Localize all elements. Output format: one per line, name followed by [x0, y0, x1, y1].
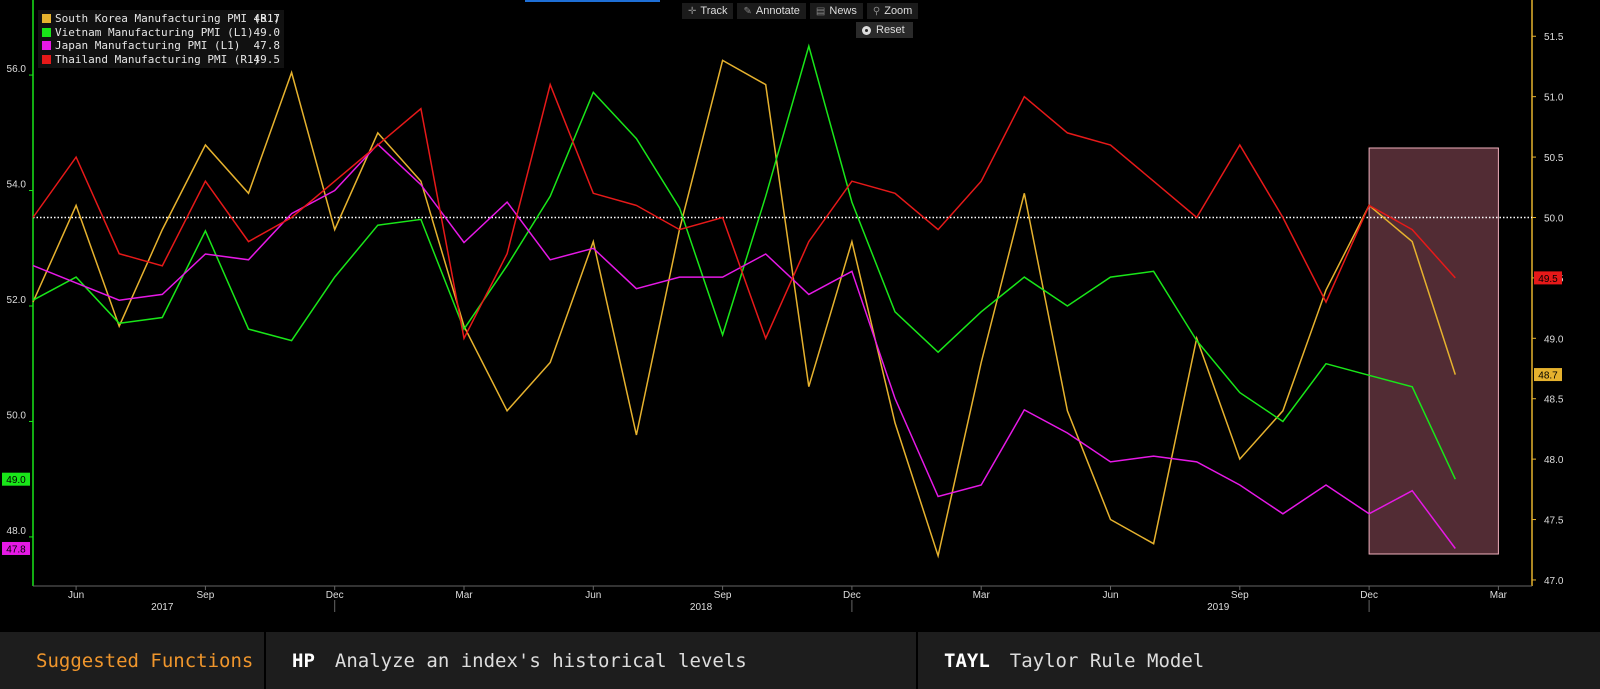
news-icon: ▤ [815, 5, 826, 17]
right-tick-label: 51.0 [1544, 93, 1564, 104]
track-button[interactable]: ✛ Track [682, 3, 734, 19]
right-tick-label: 50.0 [1544, 213, 1564, 224]
magnifier-icon: ⚲ [872, 5, 881, 17]
left-tick-label: 50.0 [7, 410, 27, 421]
function-code-tayl: TAYL [944, 649, 990, 672]
x-tick-label: Mar [455, 590, 473, 601]
series-line[interactable] [32, 59, 1457, 559]
reset-button[interactable]: Reset [856, 22, 913, 38]
chart-legend: South Korea Manufacturing PMI (R1) 48.7 Vi… [38, 10, 284, 68]
legend-item[interactable]: South Korea Manufacturing PMI (R1) 48.7 [42, 12, 280, 26]
reset-label: Reset [876, 24, 905, 36]
last-value-label: 49.5 [1538, 274, 1558, 285]
x-tick-label: Mar [1490, 590, 1508, 601]
x-tick-label: Jun [585, 590, 601, 601]
left-tick-label: 48.0 [7, 526, 27, 537]
highlight-region[interactable] [1368, 147, 1499, 555]
legend-value: 47.8 [253, 39, 281, 53]
function-desc-tayl: Taylor Rule Model [1009, 649, 1205, 672]
left-tick-label: 56.0 [7, 64, 27, 75]
right-tick-label: 47.0 [1544, 576, 1564, 587]
function-desc-hp: Analyze an index's historical levels [334, 649, 747, 672]
year-label: 2017 [151, 602, 174, 613]
year-label: 2019 [1207, 602, 1230, 613]
suggested-functions-bar: Suggested Functions HP Analyze an index'… [0, 632, 1600, 689]
zoom-button[interactable]: ⚲ Zoom [866, 3, 919, 19]
legend-swatch [42, 41, 51, 51]
year-label: 2018 [690, 602, 713, 613]
left-tick-label: 54.0 [7, 180, 27, 191]
annotate-button[interactable]: ✎ Annotate [737, 3, 806, 19]
chart-area[interactable]: 48.0 50.0 52.0 54.0 56.0 47.0 47.5 48.0 48.5 49.0… [0, 0, 1600, 628]
series-line[interactable] [32, 43, 1456, 480]
pencil-icon: ✎ [743, 5, 752, 17]
x-tick-label: Sep [714, 590, 732, 601]
legend-item[interactable]: Vietnam Manufacturing PMI (L1) 49.0 [42, 26, 280, 40]
series-line[interactable] [32, 143, 1456, 549]
right-tick-label: 49.0 [1544, 334, 1564, 345]
left-tick-label: 52.0 [7, 295, 27, 306]
right-tick-label: 50.5 [1544, 153, 1564, 164]
legend-label: Vietnam Manufacturing PMI (L1) [55, 25, 254, 39]
track-label: Track [700, 5, 728, 17]
legend-item[interactable]: Thailand Manufacturing PMI (R1) 49.5 [42, 53, 280, 67]
line-chart[interactable]: 48.0 50.0 52.0 54.0 56.0 47.0 47.5 48.0 48.5 49.0… [0, 0, 1600, 628]
legend-label: Japan Manufacturing PMI (L1) [55, 39, 241, 53]
legend-swatch [42, 27, 51, 37]
last-value-label: 48.7 [1538, 371, 1558, 382]
last-value-label: 47.8 [6, 544, 26, 555]
legend-swatch [42, 54, 51, 64]
crosshair-icon: ✛ [688, 5, 697, 17]
suggested-functions-title: Suggested Functions [36, 649, 254, 672]
legend-value: 49.5 [253, 52, 281, 66]
x-tick-label: Mar [973, 590, 991, 601]
last-value-label: 49.0 [6, 475, 26, 486]
legend-item[interactable]: Japan Manufacturing PMI (L1) 47.8 [42, 39, 280, 53]
x-tick-label: Dec [326, 590, 344, 601]
reset-icon [862, 25, 871, 35]
function-code-hp: HP [292, 649, 315, 672]
x-tick-label: Jun [1102, 590, 1118, 601]
right-tick-label: 48.5 [1544, 395, 1564, 406]
x-tick-label: Dec [1360, 590, 1378, 601]
x-tick-label: Dec [843, 590, 861, 601]
x-tick-label: Sep [1231, 590, 1249, 601]
function-hp[interactable]: HP Analyze an index's historical levels [266, 650, 916, 672]
legend-label: South Korea Manufacturing PMI (R1) [55, 12, 281, 26]
legend-value: 48.7 [253, 12, 281, 26]
annotate-label: Annotate [755, 5, 800, 17]
x-tick-label: Sep [197, 590, 215, 601]
legend-label: Thailand Manufacturing PMI (R1) [55, 52, 261, 66]
function-tayl[interactable]: TAYL Taylor Rule Model [918, 650, 1578, 672]
news-button[interactable]: ▤ News [809, 3, 863, 19]
legend-value: 49.0 [253, 25, 281, 39]
legend-swatch [42, 14, 51, 24]
series-line[interactable] [32, 82, 1456, 341]
right-tick-label: 47.5 [1544, 516, 1564, 527]
right-tick-label: 51.5 [1544, 32, 1564, 43]
right-tick-label: 48.0 [1544, 455, 1564, 466]
news-label: News [829, 5, 857, 17]
zoom-label: Zoom [884, 5, 913, 17]
chart-toolbar: ✛ Track ✎ Annotate ▤ News ⚲ Zoom [682, 3, 919, 19]
x-tick-label: Jun [68, 590, 84, 601]
